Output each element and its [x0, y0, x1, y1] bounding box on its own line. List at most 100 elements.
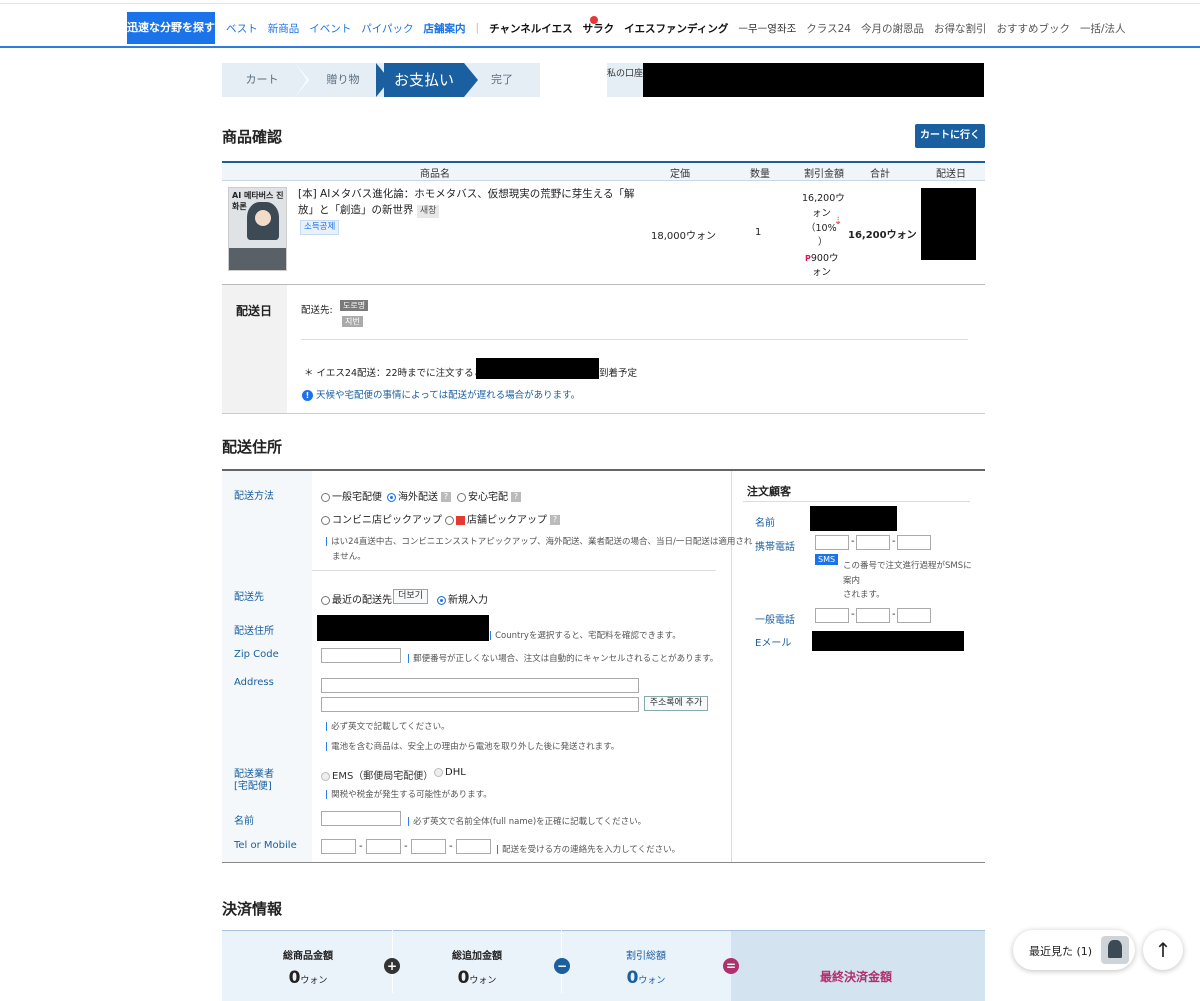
radio-icon[interactable] [445, 515, 454, 525]
tel-input-4[interactable] [456, 839, 491, 854]
step-complete-label: 完了 [491, 73, 513, 86]
currency-unit: ウォン [638, 976, 666, 986]
dest-recent[interactable]: 最近の配送先 [321, 591, 392, 606]
carrier-ems[interactable]: EMS（郵便局宅配便） [321, 767, 433, 782]
step-arrow-icon [376, 63, 390, 97]
category-search-button[interactable]: 迅速な分野を探す [127, 12, 215, 44]
nav-link-class24[interactable]: クラス24 [806, 21, 851, 36]
recipient-name-label: 名前 [234, 816, 254, 827]
new-dot-icon [590, 16, 598, 24]
product-name[interactable]: [本] AIメタバス進化論：ホモメタバス、仮想現実の荒野に芽生える「解放」と「創… [298, 186, 648, 218]
phone-input-1[interactable] [815, 608, 849, 623]
nav-link-store[interactable]: 店舗案内 [424, 21, 466, 36]
delivery-method-label: 配送方法 [234, 491, 274, 502]
method-store[interactable]: 店舗ピックアップ? [445, 511, 560, 526]
radio-selected-icon[interactable] [437, 595, 446, 605]
method-overseas[interactable]: 海外配送? [387, 488, 451, 503]
help-icon[interactable]: ? [511, 492, 521, 502]
method-safe[interactable]: 安心宅配? [457, 488, 521, 503]
method-general[interactable]: 一般宅配便 [321, 488, 382, 503]
total-product-value: 0 [288, 968, 301, 988]
phone-input-2[interactable] [856, 608, 890, 623]
nav-link-sarak[interactable]: サラク [583, 21, 615, 36]
carrier-note-text: 関税や税金が発生する可能性があります。 [331, 790, 492, 800]
my-account-label: 私の口座 [607, 63, 643, 97]
book-cover-image[interactable]: AI 메타버스 진화론 [228, 187, 287, 271]
nav-links: ベスト 新商品 イベント パイパック 店舗案内 | チャンネルイエス サラク イ… [226, 10, 1136, 46]
radio-selected-icon[interactable] [387, 492, 396, 502]
info-icon: ! [302, 390, 313, 401]
tel-input-2[interactable] [366, 839, 401, 854]
help-icon[interactable]: ? [550, 515, 560, 525]
carrier-dhl[interactable]: DHL [434, 767, 466, 778]
address-note1-text: 必ず英文で記載してください。 [331, 722, 450, 732]
delivery-warning: ! 天候や宅配便の事情によっては配送が遅れる場合があります。 [302, 387, 580, 401]
total-product-amount: 総商品金額 0ウォン [228, 947, 388, 988]
redacted-country-select[interactable] [317, 615, 489, 641]
method-convenience-label: コンビニ店ピックアップ [332, 515, 442, 526]
nav-link-event[interactable]: イベント [309, 21, 351, 36]
customer-mobile-label: 携帯電話 [755, 542, 795, 553]
step-cart-label: カート [245, 73, 279, 86]
address-line1-input[interactable] [321, 678, 639, 693]
method-general-label: 一般宅配便 [332, 492, 382, 503]
total-product-label: 総商品金額 [283, 951, 333, 962]
radio-icon[interactable] [321, 492, 330, 502]
tel-input-1[interactable] [321, 839, 356, 854]
tel-label: Tel or Mobile [234, 840, 297, 851]
nav-link-misc[interactable]: ㅡ무ㅡ영좌조 [738, 21, 796, 36]
mobile-input-1[interactable] [815, 535, 849, 550]
go-to-cart-button[interactable]: カートに行く [915, 124, 985, 148]
more-destinations-button[interactable]: 더보기 [393, 589, 428, 604]
radio-icon[interactable] [321, 595, 330, 605]
global-nav: 迅速な分野を探す ベスト 新商品 イベント パイパック 店舗案内 | チャンネル… [0, 10, 1200, 48]
mobile-input-2[interactable] [856, 535, 890, 550]
dest-new[interactable]: 新規入力 [437, 591, 488, 606]
tel-input-3[interactable] [411, 839, 446, 854]
dest-recent-label: 最近の配送先 [332, 595, 392, 606]
radio-icon[interactable] [457, 492, 466, 502]
redacted-delivery-date [921, 188, 976, 260]
name-note-text: 必ず英文で名前全体(full name)を正確に記載してください。 [413, 817, 647, 827]
help-icon[interactable]: ? [441, 492, 451, 502]
nav-link-channel-yes[interactable]: チャンネルイエス [489, 21, 573, 36]
zip-code-input[interactable] [321, 648, 401, 663]
tel-note: | 配送を受ける方の連絡先を入力してください。 [496, 845, 681, 855]
recently-viewed-button[interactable]: 最近見た (1) [1013, 930, 1135, 970]
name-note: | 必ず英文で名前全体(full name)を正確に記載してください。 [407, 817, 647, 827]
nav-link-bulk[interactable]: 一括/法人 [1080, 21, 1126, 36]
tel-dash: - [449, 841, 453, 852]
scroll-to-top-button[interactable]: ↑ [1143, 930, 1183, 970]
product-name-text[interactable]: [本] AIメタバス進化論：ホモメタバス、仮想現実の荒野に芽生える「解放」と「創… [298, 188, 635, 216]
product-price: 18,000ウォン [651, 231, 716, 242]
nav-link-paipack[interactable]: パイパック [361, 21, 413, 36]
zip-note: | 郵便番号が正しくない場合、注文は自動的にキャンセルされることがあります。 [407, 654, 719, 664]
new-window-badge[interactable]: 새창 [416, 205, 440, 218]
radio-icon[interactable] [321, 515, 330, 525]
recipient-name-input[interactable] [321, 811, 401, 826]
final-amount-label: 最終決済金額 [820, 970, 893, 984]
redacted-customer-name [810, 506, 897, 531]
tel-dash: - [404, 841, 408, 852]
method-overseas-label: 海外配送 [398, 492, 438, 503]
nav-link-new[interactable]: 新商品 [268, 21, 300, 36]
mobile-input-3[interactable] [897, 535, 931, 550]
address-section-title: 配送住所 [222, 438, 283, 456]
nav-link-best[interactable]: ベスト [226, 21, 258, 36]
nav-link-recommend[interactable]: おすすめブック [996, 21, 1070, 36]
recently-viewed-label: 最近見た (1) [1029, 945, 1093, 958]
address-note1: | 必ず英文で記載してください。 [325, 722, 450, 732]
road-name-badge: 도로명 [340, 300, 369, 311]
currency-unit: ウォン [469, 976, 497, 986]
nav-link-yes-funding[interactable]: イエスファンディング [624, 21, 728, 36]
nav-separator: | [475, 22, 480, 34]
store-icon [456, 515, 465, 525]
nav-link-gifts[interactable]: 今月の謝恩品 [861, 21, 924, 36]
nav-link-discount[interactable]: お得な割引 [934, 21, 987, 36]
discount-rate-close: ） [818, 237, 828, 248]
add-to-address-book-button[interactable]: 주소록에 추가 [644, 696, 708, 711]
address-line2-input[interactable] [321, 697, 639, 712]
method-convenience[interactable]: コンビニ店ピックアップ [321, 511, 442, 526]
phone-input-3[interactable] [897, 608, 931, 623]
point-value: 900ウ [810, 253, 839, 264]
